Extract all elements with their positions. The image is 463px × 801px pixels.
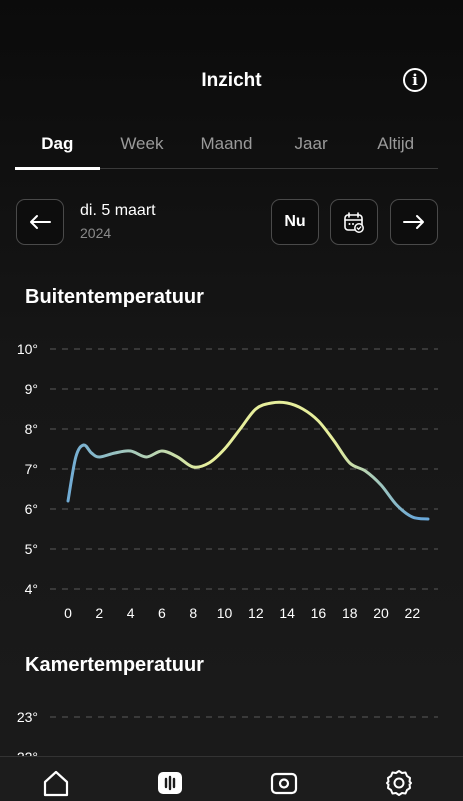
x-tick-label: 18 (342, 605, 358, 621)
tab-year[interactable]: Jaar (269, 130, 354, 168)
selected-year: 2024 (80, 225, 112, 241)
calendar-icon (344, 212, 364, 233)
home-icon[interactable] (40, 767, 72, 799)
y-tick-label: 9° (25, 381, 38, 397)
temperature-line (66, 400, 430, 521)
settings-gear-icon[interactable] (383, 767, 415, 799)
info-icon[interactable]: i (403, 68, 427, 92)
room-y-tick: 23° (17, 709, 38, 725)
insights-icon[interactable] (154, 767, 186, 799)
x-tick-label: 14 (279, 605, 295, 621)
x-tick-label: 20 (373, 605, 389, 621)
x-tick-label: 22 (405, 605, 421, 621)
y-tick-label: 8° (25, 421, 38, 437)
next-day-button[interactable] (390, 199, 438, 245)
x-tick-label: 0 (64, 605, 72, 621)
x-tick-label: 8 (189, 605, 197, 621)
outside-temperature-chart: 4° 5° 6° 7° 8° 9° 10° 0 2 4 6 8 10 12 14 16 18 20 22 (17, 341, 438, 621)
device-icon[interactable] (268, 767, 300, 799)
y-tick-label: 6° (25, 501, 38, 517)
bottom-navigation (0, 756, 463, 801)
arrow-left-icon (30, 215, 51, 229)
x-tick-label: 10 (217, 605, 233, 621)
tab-all-time[interactable]: Altijd (353, 130, 438, 168)
room-temperature-title: Kamertemperatuur (25, 654, 204, 676)
y-tick-label: 5° (25, 541, 38, 557)
x-tick-label: 12 (248, 605, 264, 621)
previous-day-button[interactable] (16, 199, 64, 245)
arrow-right-icon (403, 215, 424, 229)
x-tick-label: 6 (158, 605, 166, 621)
now-button[interactable]: Nu (271, 199, 319, 245)
x-tick-label: 16 (311, 605, 327, 621)
tab-week[interactable]: Week (100, 130, 185, 168)
y-tick-label: 4° (25, 581, 38, 597)
period-tabs: Dag Week Maand Jaar Altijd (15, 130, 438, 170)
outside-temperature-title: Buitentemperatuur (25, 286, 204, 308)
calendar-button[interactable] (330, 199, 378, 245)
selected-date: di. 5 maart (80, 202, 156, 219)
y-tick-label: 7° (25, 461, 38, 477)
tab-month[interactable]: Maand (184, 130, 269, 168)
y-tick-label: 10° (17, 341, 38, 357)
room-temperature-chart: 23° 22° (17, 709, 438, 760)
page-title: Inzicht (201, 70, 262, 91)
x-tick-label: 2 (95, 605, 103, 621)
now-label: Nu (284, 213, 306, 230)
tab-day[interactable]: Dag (15, 130, 100, 170)
x-tick-label: 4 (127, 605, 135, 621)
